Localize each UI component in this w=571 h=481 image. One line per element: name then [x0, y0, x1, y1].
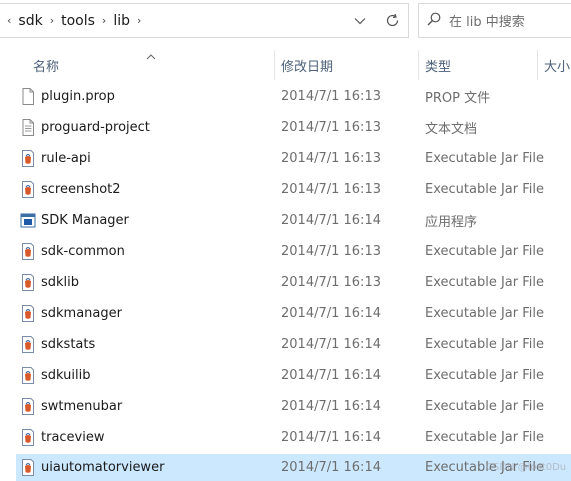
jar-file-icon [20, 459, 36, 476]
file-row[interactable]: swtmenubar 2014/7/1 16:14 Executable Jar… [16, 393, 571, 420]
file-type: 文本文档 [425, 122, 478, 137]
breadcrumb-separator-icon[interactable]: › [102, 14, 106, 27]
column-header: 名称 修改日期 类型 大小 [0, 48, 571, 82]
file-name: proguard-project [41, 120, 150, 135]
file-name: sdklib [41, 275, 80, 290]
column-header-size[interactable]: 大小 [536, 48, 571, 82]
search-input[interactable]: 在 lib 中搜索 [449, 11, 525, 30]
file-type: Executable Jar File [425, 337, 544, 352]
file-name: sdk-common [41, 244, 125, 259]
file-row[interactable]: screenshot2 2014/7/1 16:13 Executable Ja… [16, 176, 571, 203]
file-type: Executable Jar File [425, 244, 544, 259]
jar-file-icon [20, 398, 36, 415]
search-icon [427, 12, 441, 30]
file-name: rule-api [41, 151, 91, 166]
jar-file-icon [20, 429, 36, 446]
file-date: 2014/7/1 16:14 [281, 337, 381, 352]
file-name: sdkstats [41, 337, 96, 352]
file-name: screenshot2 [41, 182, 121, 197]
file-name: sdkuilib [41, 368, 91, 383]
column-header-name[interactable]: 名称 [25, 48, 274, 82]
address-bar[interactable]: ‹ sdk › tools › lib › [0, 3, 409, 38]
file-name: SDK Manager [41, 213, 129, 228]
file-row[interactable]: rule-api 2014/7/1 16:13 Executable Jar F… [16, 145, 571, 172]
file-date: 2014/7/1 16:14 [281, 430, 381, 445]
file-row[interactable]: traceview 2014/7/1 16:14 Executable Jar … [16, 424, 571, 451]
file-date: 2014/7/1 16:14 [281, 399, 381, 414]
breadcrumb-segment-tools[interactable]: tools [61, 13, 95, 29]
file-row[interactable]: SDK Manager 2014/7/1 16:14 应用程序 [16, 207, 571, 234]
jar-file-icon [20, 305, 36, 322]
file-row[interactable]: sdkuilib 2014/7/1 16:14 Executable Jar F… [16, 362, 571, 389]
jar-file-icon [20, 336, 36, 353]
file-type: Executable Jar File [425, 275, 544, 290]
file-row[interactable]: proguard-project 2014/7/1 16:13 文本文档 [16, 114, 571, 141]
column-header-date[interactable]: 修改日期 [273, 48, 418, 82]
file-name: sdkmanager [41, 306, 122, 321]
chevron-down-icon[interactable] [344, 4, 376, 37]
breadcrumb-segment-sdk[interactable]: sdk [18, 13, 42, 29]
column-header-size-label: 大小 [544, 59, 571, 75]
file-type: Executable Jar File [425, 368, 544, 383]
file-name: traceview [41, 430, 105, 445]
file-row[interactable]: plugin.prop 2014/7/1 16:13 PROP 文件 [16, 83, 571, 110]
refresh-icon[interactable] [376, 4, 408, 37]
file-date: 2014/7/1 16:13 [281, 275, 381, 290]
file-type: 应用程序 [425, 215, 478, 230]
jar-file-icon [20, 243, 36, 260]
file-date: 2014/7/1 16:13 [281, 120, 381, 135]
column-header-name-label: 名称 [33, 59, 60, 75]
file-date: 2014/7/1 16:13 [281, 182, 381, 197]
file-date: 2014/7/1 16:13 [281, 151, 381, 166]
file-date: 2014/7/1 16:13 [281, 244, 381, 259]
search-box[interactable]: 在 lib 中搜索 [418, 3, 571, 38]
column-header-type-label: 类型 [425, 59, 452, 75]
column-header-type[interactable]: 类型 [417, 48, 537, 82]
file-type: Executable Jar File [425, 430, 544, 445]
generic-file-icon [20, 88, 36, 105]
jar-file-icon [20, 150, 36, 167]
breadcrumb-segment-lib[interactable]: lib [113, 13, 130, 29]
text-file-icon [20, 119, 36, 136]
file-row[interactable]: sdkmanager 2014/7/1 16:14 Executable Jar… [16, 300, 571, 327]
file-date: 2014/7/1 16:14 [281, 213, 381, 228]
file-type: PROP 文件 [425, 91, 491, 106]
file-type: Executable Jar File [425, 399, 544, 414]
breadcrumb-separator-icon[interactable]: › [137, 14, 141, 27]
file-type: Executable Jar File [425, 151, 544, 166]
application-icon [20, 212, 36, 229]
file-row[interactable]: sdkstats 2014/7/1 16:14 Executable Jar F… [16, 331, 571, 358]
jar-file-icon [20, 367, 36, 384]
file-date: 2014/7/1 16:13 [281, 89, 381, 104]
file-row[interactable]: sdklib 2014/7/1 16:13 Executable Jar Fil… [16, 269, 571, 296]
file-date: 2014/7/1 16:14 [281, 460, 381, 475]
file-name: swtmenubar [41, 399, 123, 414]
breadcrumb-overflow-chevron[interactable]: ‹ [7, 14, 11, 27]
file-type: Executable Jar File [425, 182, 544, 197]
breadcrumb-separator-icon[interactable]: › [50, 14, 54, 27]
file-name: plugin.prop [41, 89, 115, 104]
watermark: CSDN @lost0Du [486, 462, 567, 473]
file-name: uiautomatorviewer [41, 460, 165, 475]
file-date: 2014/7/1 16:14 [281, 306, 381, 321]
breadcrumb: ‹ sdk › tools › lib › [0, 4, 148, 37]
file-row[interactable]: sdk-common 2014/7/1 16:13 Executable Jar… [16, 238, 571, 265]
jar-file-icon [20, 274, 36, 291]
column-header-date-label: 修改日期 [281, 59, 334, 75]
file-date: 2014/7/1 16:14 [281, 368, 381, 383]
file-type: Executable Jar File [425, 306, 544, 321]
jar-file-icon [20, 181, 36, 198]
